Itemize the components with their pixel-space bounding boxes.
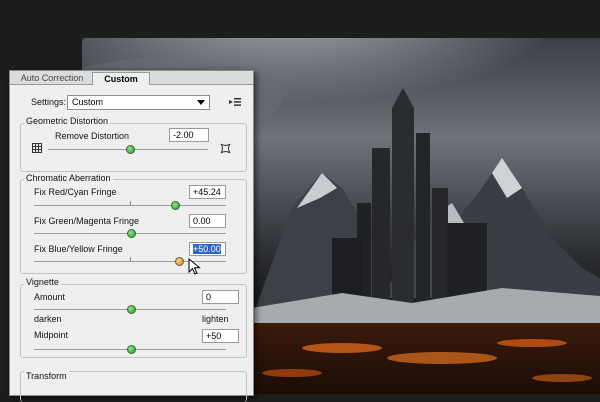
lens-correction-panel: Auto Correction Custom Settings: Custom … [9,70,254,402]
tab-custom[interactable]: Custom [92,72,150,85]
tab-auto-correction[interactable]: Auto Correction [13,72,91,84]
slider-center-tick [130,257,131,262]
geometric-distortion-title: Geometric Distortion [24,116,111,126]
lighten-label: lighten [202,314,229,324]
vignette-title: Vignette [24,277,61,287]
settings-label: Settings: [31,97,67,107]
fix-green-magenta-label: Fix Green/Magenta Fringe [34,216,140,226]
distortion-icon[interactable] [220,143,231,154]
settings-value: Custom [72,97,104,107]
fix-green-magenta-slider-thumb[interactable] [127,229,136,238]
settings-dropdown[interactable]: Custom [67,95,210,110]
slider-center-tick [130,201,131,206]
fix-green-magenta-field[interactable]: 0.00 [189,214,226,228]
remove-distortion-label: Remove Distortion [55,131,130,141]
darken-label: darken [34,314,62,324]
midpoint-label: Midpoint [34,330,69,340]
amount-label: Amount [34,292,66,302]
grid-icon[interactable] [32,143,42,153]
amount-field[interactable]: 0 [202,290,239,304]
midpoint-slider-thumb[interactable] [127,345,136,354]
mouse-pointer-icon [188,258,201,275]
fix-red-cyan-slider-thumb[interactable] [171,201,180,210]
fix-blue-yellow-slider-thumb[interactable] [175,257,184,266]
remove-distortion-slider-thumb[interactable] [126,145,135,154]
fix-red-cyan-field[interactable]: +45.24 [189,185,226,199]
fix-blue-yellow-value: +50.00 [193,244,221,254]
tab-bar: Auto Correction Custom [10,71,253,85]
remove-distortion-field[interactable]: -2.00 [169,128,209,142]
amount-slider-thumb[interactable] [127,305,136,314]
transform-title: Transform [24,371,69,381]
panel-menu-icon[interactable] [229,97,241,107]
fix-blue-yellow-label: Fix Blue/Yellow Fringe [34,244,123,254]
chromatic-aberration-title: Chromatic Aberration [24,173,113,183]
midpoint-field[interactable]: +50 [202,329,239,343]
fix-blue-yellow-field[interactable]: +50.00 [189,242,226,256]
fix-red-cyan-label: Fix Red/Cyan Fringe [34,187,117,197]
chevron-down-icon [197,100,205,105]
